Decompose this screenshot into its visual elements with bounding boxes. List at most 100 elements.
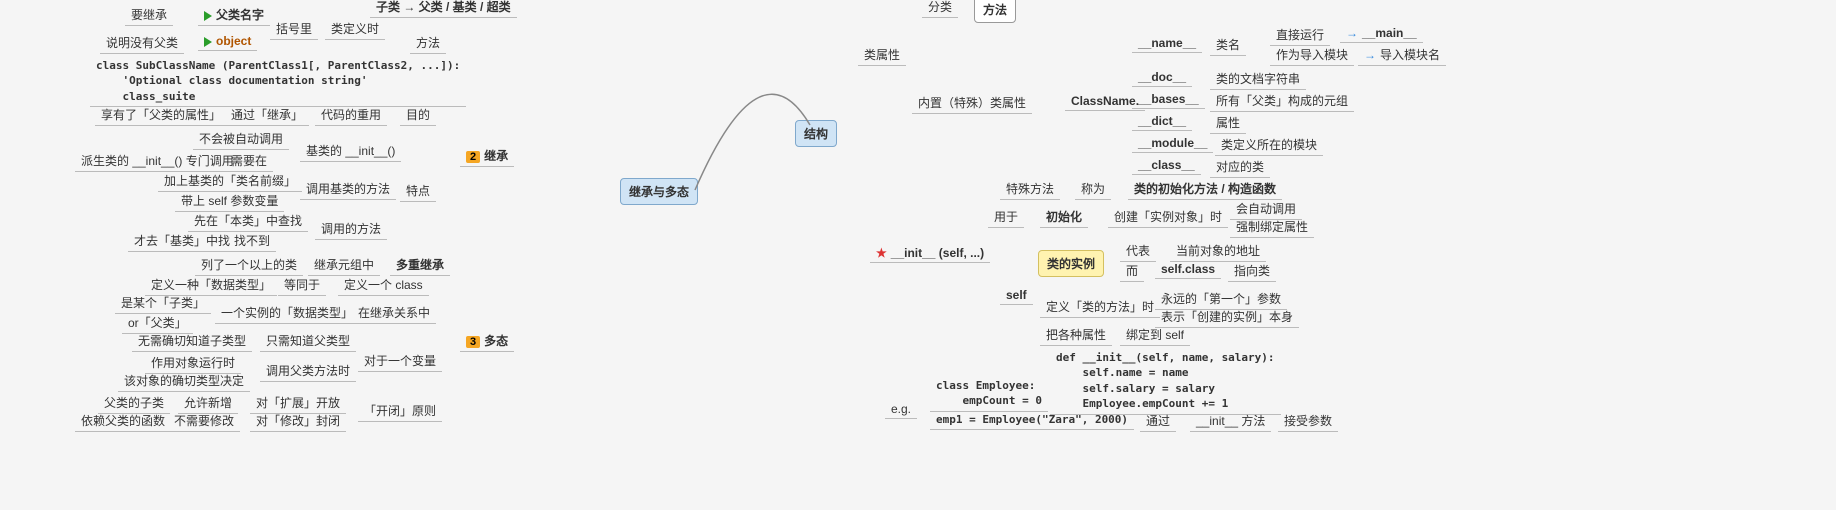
node-inherit: 2 继承	[460, 145, 514, 167]
node-no-exact: 无需确切知道子类型	[132, 330, 252, 352]
object-text: object	[216, 34, 251, 48]
node-through: 通过	[1140, 410, 1176, 432]
node-open-close: 「开闭」原则	[358, 400, 442, 422]
triangle-icon	[204, 11, 212, 21]
node-current-addr: 当前对象的地址	[1170, 240, 1266, 262]
node-module-name: → 导入模块名	[1358, 44, 1446, 66]
node-bases-attr: __bases__	[1132, 90, 1205, 109]
node-one-var: 对于一个变量	[358, 350, 442, 372]
node-accept-args: 接受参数	[1278, 410, 1338, 432]
node-bases-desc: 所有「父类」构成的元组	[1210, 90, 1354, 112]
parent-name-text: 父类名字	[216, 8, 264, 22]
node-special: 特殊方法	[1000, 178, 1060, 200]
node-called: 称为	[1075, 178, 1111, 200]
star-icon: ★	[876, 246, 887, 260]
node-object: object	[198, 32, 257, 51]
node-def-time: 类定义时	[325, 18, 385, 40]
node-parent-name: 父类名字	[198, 4, 270, 26]
badge-2: 2	[466, 151, 480, 163]
node-derived-init: 派生类的 __init__() 专门调用	[75, 150, 240, 172]
node-class-instance: 类的实例	[1038, 250, 1104, 277]
code-emp1: emp1 = Employee("Zara", 2000)	[930, 410, 1134, 430]
node-used-for: 用于	[988, 206, 1024, 228]
node-class-attr: 类属性	[858, 44, 906, 66]
node-with-self: 带上 self 参数变量	[175, 190, 284, 212]
init-label-text: __init__ (self, ...)	[891, 246, 984, 260]
code-employee: class Employee: empCount = 0	[930, 376, 1048, 412]
node-bracket: 括号里	[270, 18, 318, 40]
node-equiv: 等同于	[278, 274, 326, 296]
node-builtin: 内置（特殊）类属性	[912, 92, 1032, 114]
node-initialize: 初始化	[1040, 206, 1088, 228]
node-list-multi: 列了一个以上的类	[195, 254, 303, 276]
code-subclass: class SubClassName (ParentClass1[, Paren…	[90, 56, 466, 107]
node-while: 而	[1120, 260, 1144, 282]
node-inherit-poly: 继承与多态	[620, 178, 698, 205]
node-poly: 3多态	[460, 330, 514, 352]
node-direct-run: 直接运行	[1270, 24, 1330, 46]
node-bind-attrs: 把各种属性	[1040, 324, 1112, 346]
node-name-desc: 类名	[1210, 34, 1246, 56]
node-class-desc: 对应的类	[1210, 156, 1270, 178]
node-self-class: self.class	[1155, 260, 1221, 279]
node-module-attr: __module__	[1132, 134, 1213, 153]
node-init-method: 类的初始化方法 / 构造函数	[1128, 178, 1282, 200]
node-purpose: 目的	[400, 104, 436, 126]
node-as-module: 作为导入模块	[1270, 44, 1354, 66]
node-exact-type: 该对象的确切类型决定	[118, 370, 250, 392]
triangle-icon-2	[204, 37, 212, 47]
node-category: 分类	[922, 0, 958, 18]
node-inherit-tuple: 继承元组中	[308, 254, 380, 276]
node-self: self	[1000, 286, 1033, 305]
module-name-text: 导入模块名	[1380, 48, 1440, 62]
node-features: 特点	[400, 180, 436, 202]
node-depend-func: 依赖父类的函数	[75, 410, 171, 432]
node-base-init: 基类的 __init__()	[300, 140, 401, 162]
node-through-inherit: 通过「继承」	[225, 104, 309, 126]
node-init: ★ __init__ (self, ...)	[870, 244, 990, 263]
node-eg: e.g.	[885, 400, 917, 419]
node-force-bind: 强制绑定属性	[1230, 216, 1314, 238]
node-bind-to-self: 绑定到 self	[1120, 324, 1190, 346]
poly-label-text: 多态	[484, 334, 508, 348]
node-class-attr2: __class__	[1132, 156, 1201, 175]
node-call-method: 调用的方法	[315, 218, 387, 240]
node-doc-attr: __doc__	[1132, 68, 1192, 87]
main-text: __main__	[1362, 26, 1417, 40]
node-no-parent: 说明没有父类	[100, 32, 184, 54]
node-doc-desc: 类的文档字符串	[1210, 68, 1306, 90]
node-name-attr: __name__	[1132, 34, 1202, 53]
node-structure: 结构	[795, 120, 837, 147]
inherit-label-text: 继承	[484, 149, 508, 163]
node-no-modify: 不需要修改	[168, 410, 240, 432]
code-init-def: def __init__(self, name, salary): self.n…	[1050, 348, 1281, 415]
node-def-method: 定义「类的方法」时	[1040, 296, 1160, 318]
node-main: → __main__	[1340, 24, 1423, 43]
node-call-base: 调用基类的方法	[300, 178, 396, 200]
node-close-mod: 对「修改」封闭	[250, 410, 346, 432]
node-has-parent-attr: 享有了「父类的属性」	[95, 104, 227, 126]
node-multi-inherit: 多重继承	[390, 254, 450, 276]
node-add-prefix: 加上基类的「类名前缀」	[158, 170, 302, 192]
node-is-sub: 是某个「子类」	[115, 292, 211, 314]
node-only-parent: 只需知道父类型	[260, 330, 356, 352]
node-module-desc: 类定义所在的模块	[1215, 134, 1323, 156]
node-dict-attr: __dict__	[1132, 112, 1192, 131]
node-search-base: 才去「基类」中找	[128, 230, 236, 252]
node-def-class: 定义一个 class	[338, 274, 429, 296]
arrow-icon: →	[1346, 26, 1358, 40]
node-create-inst: 创建「实例对象」时	[1108, 206, 1228, 228]
node-method-box: 方法	[974, 0, 1016, 23]
arrow-icon-2: →	[1364, 48, 1376, 62]
node-represents: 代表	[1120, 240, 1156, 262]
node-not-auto: 不会被自动调用	[193, 128, 289, 150]
node-in-inherit: 在继承关系中	[352, 302, 436, 324]
node-code-reuse: 代码的重用	[315, 104, 387, 126]
node-method: 方法	[410, 32, 446, 54]
node-topline: 子类 → 父类 / 基类 / 超类	[370, 0, 517, 18]
node-search-self: 先在「本类」中查找	[188, 210, 308, 232]
node-call-parent: 调用父类方法时	[260, 360, 356, 382]
node-points-to: 指向类	[1228, 260, 1276, 282]
node-instance-type: 一个实例的「数据类型」	[215, 302, 359, 324]
node-dict-desc: 属性	[1210, 112, 1246, 134]
